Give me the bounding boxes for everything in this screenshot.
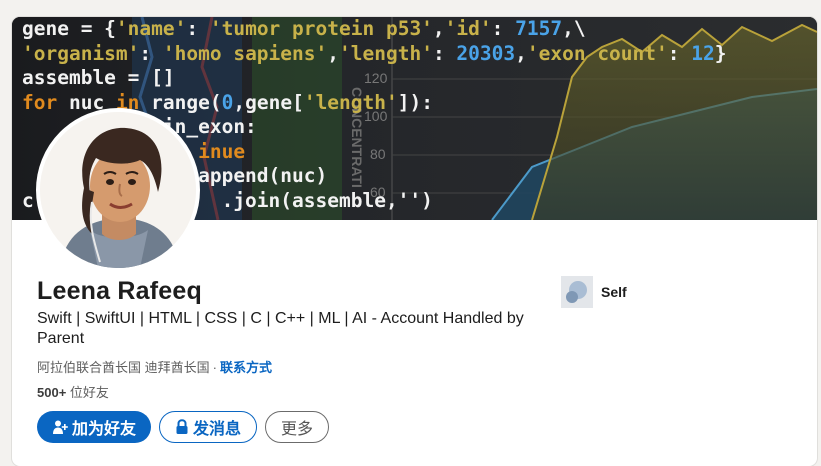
code-token: 20303 [456, 41, 516, 65]
code-token: , [515, 41, 527, 65]
code-token: 'length' [339, 41, 433, 65]
code-token: 'name' [115, 17, 187, 40]
connections-number: 500+ [37, 385, 67, 400]
lock-icon [176, 419, 188, 434]
code-token: : [667, 41, 692, 65]
more-button[interactable]: 更多 [265, 411, 329, 443]
code-token: range( [151, 90, 222, 114]
code-token: 'tumor protein p53' [209, 17, 433, 40]
location-row: 阿拉伯联合酋长国 迪拜酋长国 · 联系方式 [37, 357, 272, 376]
connect-button[interactable]: 加为好友 [37, 411, 151, 443]
current-company[interactable]: Self [561, 276, 627, 308]
code-token: 'length' [303, 90, 398, 114]
add-person-icon [52, 420, 68, 434]
code-token: ,gene[ [233, 90, 304, 114]
code-token: 'id' [444, 17, 492, 40]
code-token: 'organism' [22, 41, 140, 65]
code-token: : [491, 17, 516, 40]
profile-name: Leena Rafeeq [37, 277, 202, 305]
code-token: for [22, 90, 69, 114]
profile-location: 阿拉伯联合酋长国 迪拜酋长国 [37, 360, 210, 375]
code-line: 'organism': 'homo sapiens','length': 203… [22, 42, 726, 67]
code-token: 12 [691, 41, 715, 65]
company-name: Self [601, 284, 627, 300]
code-token: : [432, 41, 457, 65]
code-token: : [186, 17, 210, 40]
message-button-label: 发消息 [192, 421, 241, 438]
company-logo-icon [561, 276, 593, 308]
connect-button-label: 加为好友 [71, 421, 136, 438]
contact-info-link[interactable]: 联系方式 [220, 360, 272, 375]
code-token: 'homo sapiens' [162, 41, 328, 65]
code-token: assemble = [] [22, 66, 175, 89]
code-token: , [432, 17, 445, 40]
code-token: ]): [397, 90, 433, 114]
message-button[interactable]: 发消息 [159, 411, 257, 443]
code-token: gene = { [22, 17, 116, 40]
code-token: } [714, 41, 727, 65]
location-separator: · [212, 360, 217, 375]
connections-label: 位好友 [66, 385, 109, 400]
code-line: assemble = [] [22, 66, 726, 91]
more-button-label: 更多 [280, 421, 313, 438]
profile-avatar[interactable] [36, 108, 200, 272]
code-token: : [139, 41, 163, 65]
profile-card: 120 100 80 60 CONCENTRATI gene = {'name'… [12, 17, 817, 466]
avatar-illustration [40, 112, 196, 268]
code-token: 0 [221, 90, 234, 114]
profile-headline: Swift | SwiftUI | HTML | CSS | C | C++ |… [37, 310, 524, 347]
code-line: gene = {'name': 'tumor protein p53','id'… [22, 17, 726, 42]
code-token: , [327, 41, 340, 65]
code-token: 7157 [515, 17, 563, 40]
code-token: 'exon count' [526, 41, 668, 65]
connections-count[interactable]: 500+ 位好友 [37, 382, 109, 401]
code-token: ,\ [562, 17, 586, 40]
